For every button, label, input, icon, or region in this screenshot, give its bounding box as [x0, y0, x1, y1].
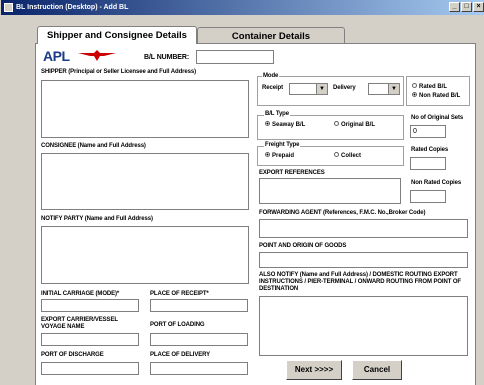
non-rated-copies-input[interactable] — [410, 190, 446, 203]
original-bl-label: Original B/L — [341, 122, 376, 128]
collect-label: Collect — [341, 153, 362, 159]
port-of-loading-label: PORT OF LOADING — [150, 322, 205, 328]
freight-type-label: Freight Type — [264, 142, 301, 148]
apl-eagle-logo-icon — [78, 50, 116, 61]
delivery-dropdown-icon[interactable]: ▼ — [388, 84, 399, 94]
bl-type-label: B/L Type — [264, 111, 290, 117]
cancel-button[interactable]: Cancel — [352, 360, 402, 380]
delivery-select[interactable]: ▼ — [368, 83, 400, 95]
minimize-button[interactable]: _ — [449, 2, 460, 12]
initial-carriage-input[interactable] — [41, 299, 139, 312]
rated-group — [406, 76, 470, 106]
non-rated-bl-radio[interactable]: Non Rated B/L — [412, 92, 460, 100]
export-references-textarea[interactable] — [259, 178, 401, 204]
receipt-dropdown-icon[interactable]: ▼ — [316, 84, 327, 94]
original-sets-input[interactable]: 0 — [410, 125, 446, 138]
seaway-bl-radio[interactable]: Seaway B/L — [265, 121, 305, 129]
seaway-bl-label: Seaway B/L — [272, 122, 306, 128]
bl-number-label: B/L NUMBER: — [144, 54, 190, 61]
prepaid-radio[interactable]: Prepaid — [265, 152, 294, 160]
delivery-label: Delivery — [333, 85, 356, 91]
rated-copies-label: Rated Copies — [411, 147, 449, 153]
original-bl-radio-icon — [334, 121, 339, 126]
shipper-textarea[interactable] — [41, 80, 249, 138]
rated-copies-input[interactable] — [410, 157, 446, 170]
non-rated-bl-radio-icon — [412, 92, 417, 97]
port-of-discharge-label: PORT OF DISCHARGE — [41, 352, 104, 358]
also-notify-textarea[interactable] — [259, 296, 468, 356]
port-of-discharge-input[interactable] — [41, 362, 139, 375]
mode-label: Mode — [262, 73, 280, 79]
close-button[interactable]: × — [473, 2, 484, 12]
non-rated-bl-label: Non Rated B/L — [419, 93, 461, 99]
place-of-delivery-input[interactable] — [150, 362, 248, 375]
rated-bl-radio[interactable]: Rated B/L — [412, 83, 447, 91]
receipt-select[interactable]: ▼ — [289, 83, 328, 95]
port-of-loading-input[interactable] — [150, 333, 248, 346]
original-bl-radio[interactable]: Original B/L — [334, 121, 375, 129]
apl-logo: APL — [43, 48, 70, 64]
title-bar: BL Instruction (Desktop) - Add BL _ □ × — [1, 0, 484, 15]
place-of-receipt-label: PLACE OF RECEIPT* — [150, 291, 209, 297]
bl-instruction-window: BL Instruction (Desktop) - Add BL _ □ × … — [0, 0, 484, 385]
notify-party-label: NOTIFY PARTY (Name and Full Address) — [41, 216, 153, 222]
export-carrier-label: EXPORT CARRIER/VESSEL VOYAGE NAME — [41, 317, 118, 330]
place-of-delivery-label: PLACE OF DELIVERY — [150, 352, 211, 358]
also-notify-label: ALSO NOTIFY (Name and Full Address) / DO… — [259, 272, 461, 292]
rated-bl-radio-icon — [412, 83, 417, 88]
prepaid-label: Prepaid — [272, 153, 295, 159]
tab-shipper-consignee[interactable]: Shipper and Consignee Details — [37, 26, 197, 44]
export-carrier-input[interactable] — [41, 333, 139, 346]
forwarding-agent-label: FORWARDING AGENT (References, F.M.C. No.… — [259, 210, 426, 216]
seaway-bl-radio-icon — [265, 121, 270, 126]
collect-radio[interactable]: Collect — [334, 152, 361, 160]
window-title: BL Instruction (Desktop) - Add BL — [16, 4, 129, 11]
app-icon — [4, 3, 13, 12]
maximize-button[interactable]: □ — [461, 2, 472, 12]
consignee-label: CONSIGNEE (Name and Full Address) — [41, 143, 146, 149]
prepaid-radio-icon — [265, 152, 270, 157]
initial-carriage-label: INITIAL CARRIAGE (MODE)* — [41, 291, 120, 297]
original-sets-label: No of Original Sets — [411, 115, 464, 121]
point-origin-textarea[interactable] — [259, 252, 468, 268]
bl-number-input[interactable] — [196, 50, 274, 64]
next-button[interactable]: Next >>>> — [286, 360, 342, 380]
receipt-label: Receipt — [262, 85, 283, 91]
tab-container-details[interactable]: Container Details — [197, 27, 345, 44]
notify-party-textarea[interactable] — [41, 226, 249, 284]
rated-bl-label: Rated B/L — [419, 84, 448, 90]
collect-radio-icon — [334, 152, 339, 157]
consignee-textarea[interactable] — [41, 153, 249, 210]
forwarding-agent-textarea[interactable] — [259, 219, 468, 238]
place-of-receipt-input[interactable] — [150, 299, 248, 312]
non-rated-copies-label: Non Rated Copies — [411, 180, 462, 186]
point-origin-label: POINT AND ORIGIN OF GOODS — [259, 243, 347, 249]
export-references-label: EXPORT REFERENCES — [259, 170, 325, 176]
shipper-label: SHIPPER (Principal or Seller Licensee an… — [41, 69, 196, 75]
